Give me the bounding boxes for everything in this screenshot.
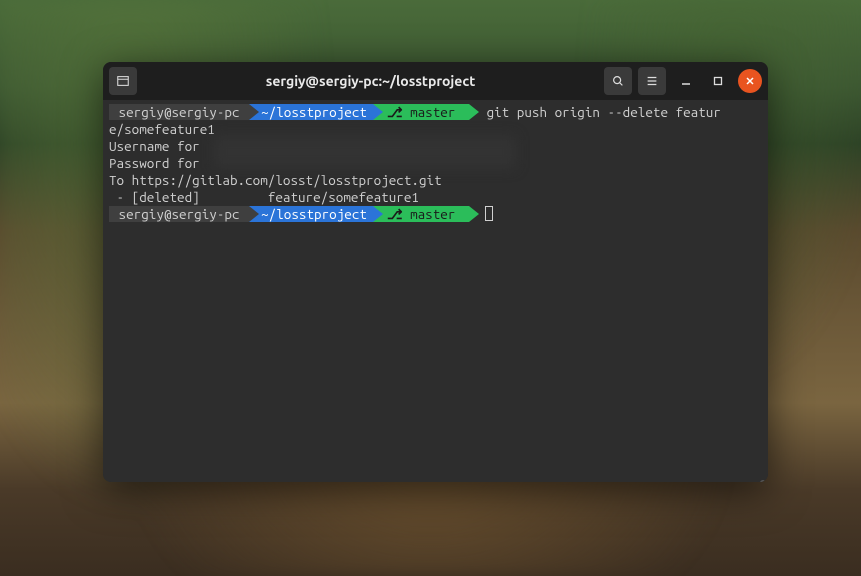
new-tab-button[interactable] (109, 67, 137, 95)
new-tab-icon (116, 74, 130, 88)
path-segment: ~/losstproject (259, 206, 373, 222)
branch-name: master (410, 104, 455, 120)
window-titlebar[interactable]: sergiy@sergiy-pc:~/losstproject (103, 62, 768, 100)
close-button[interactable] (738, 69, 762, 93)
git-branch-icon: ⎇ (387, 104, 403, 120)
maximize-icon (713, 76, 723, 86)
separator-icon (249, 104, 259, 120)
hamburger-icon (645, 74, 659, 88)
window-title: sergiy@sergiy-pc:~/losstproject (143, 73, 598, 89)
minimize-button[interactable] (674, 69, 698, 93)
output-line: To https://gitlab.com/losst/losstproject… (109, 172, 762, 189)
menu-button[interactable] (638, 67, 666, 95)
separator-icon (373, 206, 383, 222)
maximize-button[interactable] (706, 69, 730, 93)
branch-segment: ⎇ master (383, 104, 469, 120)
minimize-icon (681, 76, 691, 86)
separator-icon (469, 206, 479, 222)
command-text: git push origin --delete featur (487, 104, 721, 120)
separator-icon (469, 104, 479, 120)
git-branch-icon: ⎇ (387, 206, 403, 222)
password-prompt-label: Password for (109, 155, 200, 171)
user-host-segment: sergiy@sergiy-pc (109, 104, 249, 120)
prompt-line-1: sergiy@sergiy-pc ~/losstproject⎇ master … (109, 104, 762, 121)
output-line: Username for (109, 138, 762, 155)
path-segment: ~/losstproject (259, 104, 373, 120)
prompt-line-2: sergiy@sergiy-pc ~/losstproject ⎇ master (109, 206, 762, 223)
terminal-content[interactable]: sergiy@sergiy-pc ~/losstproject⎇ master … (103, 100, 768, 482)
branch-name: master (410, 206, 455, 222)
search-icon (611, 74, 625, 88)
separator-icon (249, 206, 259, 222)
username-prompt-label: Username for (109, 138, 200, 154)
terminal-window: sergiy@sergiy-pc:~/losstproject sergiy@s… (103, 62, 768, 482)
terminal-cursor (485, 206, 493, 221)
branch-segment: ⎇ master (383, 206, 469, 222)
output-line: - [deleted] feature/somefeature1 (109, 189, 762, 206)
search-button[interactable] (604, 67, 632, 95)
user-host-segment: sergiy@sergiy-pc (109, 206, 249, 222)
redacted-text (215, 136, 515, 168)
close-icon (745, 76, 755, 86)
scrollbar-thumb[interactable] (760, 480, 766, 482)
separator-icon (373, 104, 383, 120)
